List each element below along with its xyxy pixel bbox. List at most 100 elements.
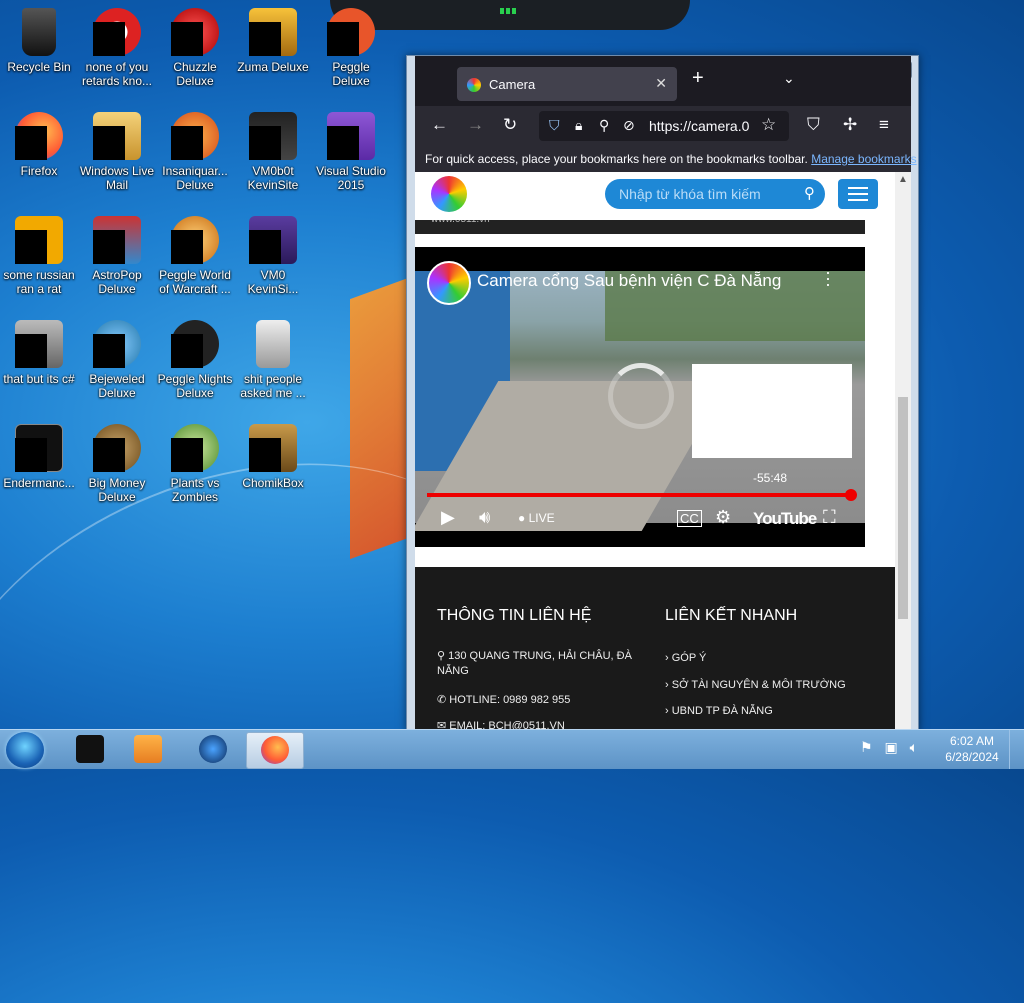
quick-link-item[interactable]: › UBND TP ĐÀ NẴNG (665, 704, 773, 719)
permissions-icon[interactable]: ⚲ (599, 117, 609, 134)
hotline: ✆ HOTLINE: 0989 982 955 (437, 693, 570, 708)
desktop-icon-label: AstroPop Deluxe (92, 268, 142, 296)
desktop-icon-label: ChomikBox (242, 476, 304, 490)
desktop-icon-visual-studio[interactable]: Visual Studio 2015 (312, 112, 390, 192)
quick-link-label[interactable]: GÓP Ý (672, 652, 707, 664)
search-input[interactable]: Nhập từ khóa tìm kiếm ⚲ (605, 179, 825, 209)
desktop-icon-label: Big Money Deluxe (88, 476, 146, 504)
list-all-tabs-button[interactable]: ⌄ (783, 70, 795, 87)
desktop-icon-recycle-bin[interactable]: Recycle Bin (0, 8, 78, 74)
desktop-icon-folder[interactable]: shit people asked me ... (234, 320, 312, 400)
shield-icon[interactable]: ⛉ (549, 117, 560, 134)
scrollbar-thumb[interactable] (898, 397, 908, 619)
desktop-icon-firefox[interactable]: Firefox (0, 112, 78, 178)
bookmark-star-icon[interactable]: ☆ (761, 115, 776, 135)
desktop-icon-label: Endermanc... (3, 476, 75, 490)
desktop-icon-file[interactable]: none of you retards kno... (78, 8, 156, 88)
desktop-icon-label: some russian ran a rat (3, 268, 75, 296)
action-center-flag-icon[interactable]: ⚑ (860, 739, 873, 755)
desktop-icon-peggle[interactable]: Peggle Deluxe (312, 8, 390, 88)
lock-icon[interactable]: 🔒︎ (575, 117, 582, 134)
desktop-icon-label: shit people asked me ... (240, 372, 306, 400)
scroll-up-icon[interactable]: ▲ (898, 174, 908, 185)
web-page: www.0511.vn Nhập từ khóa tìm kiếm ⚲ Came… (415, 172, 895, 731)
video-title[interactable]: Camera cổng Sau bệnh viện C Đà Nẵng (477, 271, 781, 291)
desktop-icon-label: none of you retards kno... (81, 60, 153, 88)
tab-label: Camera (489, 77, 536, 92)
taskbar-app-globe[interactable] (185, 732, 241, 767)
app-menu-icon[interactable]: ≡ (879, 115, 889, 135)
fullscreen-icon[interactable]: ⛶ (823, 507, 836, 528)
search-icon[interactable]: ⚲ (804, 179, 815, 209)
play-icon[interactable]: ▶ (441, 507, 455, 528)
close-tab-icon[interactable]: ✕ (655, 75, 667, 92)
loading-spinner-icon (608, 363, 674, 429)
desktop-icon-endermanch[interactable]: Endermanc... (0, 424, 78, 490)
more-options-icon[interactable]: · · · (825, 263, 831, 293)
taskbar-app-firefox[interactable] (246, 732, 304, 769)
reload-icon[interactable]: ↻ (503, 115, 517, 135)
address: ⚲ 130 QUANG TRUNG, HẢI CHÂU, ĐÀ NẴNG (437, 649, 647, 679)
desktop-icon-zuma[interactable]: Zuma Deluxe (234, 8, 312, 74)
scrubber-handle[interactable] (845, 489, 857, 501)
desktop-icon-peggle-wow[interactable]: Peggle World of Warcraft ... (156, 216, 234, 296)
settings-gear-icon[interactable]: ⚙ (715, 507, 731, 528)
quick-link-label[interactable]: UBND TP ĐÀ NẴNG (672, 705, 773, 717)
forward-arrow-icon[interactable]: → (467, 115, 484, 135)
site-logo[interactable] (431, 176, 467, 212)
desktop-icon-russian[interactable]: some russian ran a rat (0, 216, 78, 296)
progress-bar[interactable] (427, 489, 857, 501)
back-arrow-icon[interactable]: ← (431, 115, 448, 135)
volume-tray-icon[interactable]: 🔈︎ (910, 739, 918, 755)
desktop-icon-csharp[interactable]: that but its c# (0, 320, 78, 386)
live-badge[interactable]: ● LIVE (518, 511, 555, 525)
desktop-icon-plants-vs-zombies[interactable]: Plants vs Zombies (156, 424, 234, 504)
network-icon[interactable]: ▣ (884, 739, 897, 755)
video-player[interactable]: Camera cổng Sau bệnh viện C Đà Nẵng · · · … (415, 247, 865, 547)
url-bar[interactable]: ⛉ 🔒︎ ⚲ ⊘ https://camera.0 (539, 111, 789, 141)
desktop-icon-label: Peggle World of Warcraft ... (159, 268, 231, 296)
taskbar-app-terminal[interactable] (62, 732, 118, 767)
page-scrollbar[interactable]: ▲ (895, 172, 911, 731)
browser-window: — ▫ ✕ Camera ✕ + ⌄ ← → ↻ ⛉ 🔒︎ ⚲ ⊘ https:… (406, 55, 919, 732)
captions-icon[interactable]: CC (677, 510, 702, 527)
tracking-blocked-icon[interactable]: ⊘ (623, 117, 635, 134)
address-text: 130 QUANG TRUNG, HẢI CHÂU, ĐÀ NẴNG (437, 650, 632, 677)
extensions-icon[interactable]: ✢ (843, 115, 857, 135)
desktop-icon-bejeweled[interactable]: Bejeweled Deluxe (78, 320, 156, 400)
show-desktop-button[interactable] (1009, 730, 1024, 769)
desktop-icon-vm-kevinsi[interactable]: VM0 KevinSi... (234, 216, 312, 296)
quick-links-heading: LIÊN KẾT NHANH (665, 607, 798, 624)
desktop-icon-peggle-nights[interactable]: Peggle Nights Deluxe (156, 320, 234, 400)
new-tab-button[interactable]: + (692, 67, 704, 90)
quick-link-item[interactable]: › GÓP Ý (665, 651, 706, 666)
phone-icon: ✆ (437, 694, 447, 706)
desktop-icon-chuzzle[interactable]: Chuzzle Deluxe (156, 8, 234, 88)
desktop-icon-label: Firefox (20, 164, 58, 178)
channel-avatar[interactable] (427, 261, 471, 305)
tab-camera[interactable]: Camera ✕ (457, 67, 677, 101)
taskbar-app-media-player[interactable] (120, 732, 176, 767)
clock-date: 6/28/2024 (945, 750, 999, 764)
manage-bookmarks-link[interactable]: Manage bookmarks (811, 152, 916, 166)
desktop-icon-vm-kevinsite[interactable]: VM0b0t KevinSite (234, 112, 312, 192)
volume-icon[interactable]: 🔊︎ (479, 507, 490, 528)
desktop-icon-chomikbox[interactable]: ChomikBox (234, 424, 312, 490)
quick-link-label[interactable]: SỞ TÀI NGUYÊN & MÔI TRƯỜNG (672, 679, 846, 691)
quick-link-item[interactable]: › SỞ TÀI NGUYÊN & MÔI TRƯỜNG (665, 678, 846, 693)
youtube-logo[interactable]: YouTube (753, 509, 817, 529)
desktop-icon-astropop[interactable]: AstroPop Deluxe (78, 216, 156, 296)
desktop-icon-label: that but its c# (3, 372, 75, 386)
live-label: LIVE (528, 511, 555, 525)
desktop-icon-insaniquarium[interactable]: Insaniquar... Deluxe (156, 112, 234, 192)
desktop-icon-big-money[interactable]: Big Money Deluxe (78, 424, 156, 504)
pocket-icon[interactable]: ⛉ (807, 115, 820, 135)
site-header: Nhập từ khóa tìm kiếm ⚲ (415, 172, 895, 220)
start-button[interactable] (6, 732, 44, 768)
search-placeholder: Nhập từ khóa tìm kiếm (619, 186, 761, 202)
clock[interactable]: 6:02 AM 6/28/2024 (936, 733, 1008, 765)
desktop-icon-windows-live-mail[interactable]: Windows Live Mail (78, 112, 156, 192)
hamburger-menu-button[interactable] (838, 179, 878, 209)
nav-toolbar: ← → ↻ ⛉ 🔒︎ ⚲ ⊘ https://camera.0 ☆ ⛉ ✢ ≡ (415, 106, 911, 146)
desktop-icon-label: Visual Studio 2015 (316, 164, 386, 192)
